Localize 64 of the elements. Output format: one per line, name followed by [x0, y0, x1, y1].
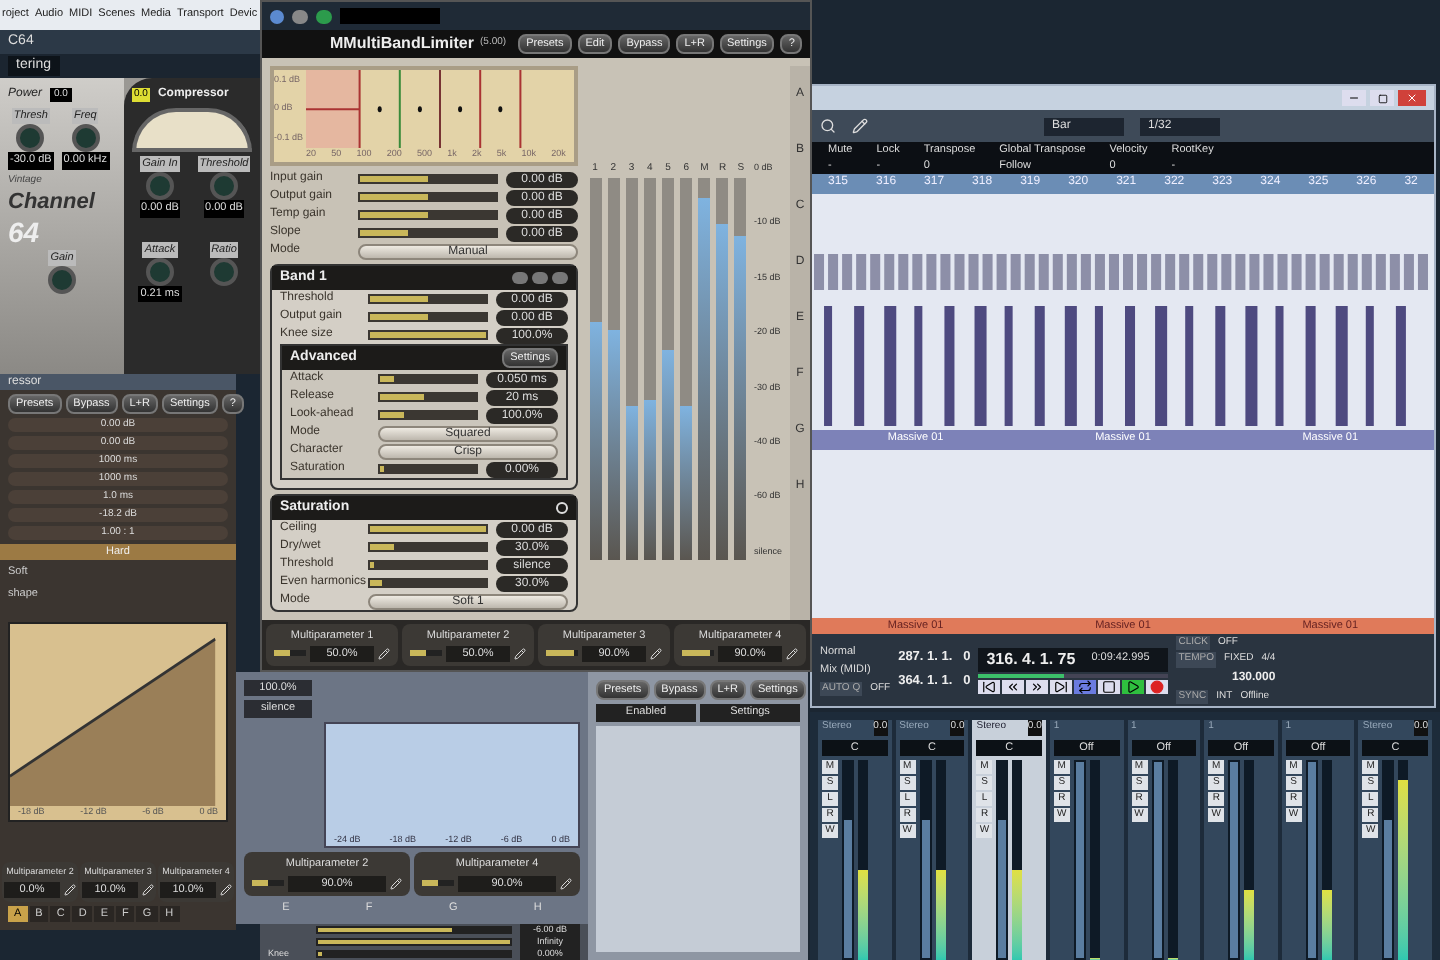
- parameter-slider[interactable]: [358, 228, 498, 238]
- minimize-button[interactable]: [1342, 90, 1366, 106]
- knob[interactable]: [210, 257, 238, 286]
- parameter-slider[interactable]: [368, 542, 488, 552]
- draw-tool-icon[interactable]: [852, 118, 868, 134]
- record-button[interactable]: [1146, 679, 1169, 693]
- fast-forward-icon: [1030, 679, 1045, 693]
- stop-button[interactable]: [1098, 679, 1121, 693]
- multiparameter-slider[interactable]: [274, 650, 306, 657]
- close-icon: [1406, 92, 1418, 104]
- pencil-icon[interactable]: [64, 883, 76, 896]
- maximize-icon: [1377, 93, 1387, 103]
- preset-field[interactable]: [340, 8, 440, 24]
- parameter-slider[interactable]: [358, 210, 498, 220]
- record-icon: [1150, 679, 1165, 693]
- brand-name: Channel: [8, 192, 98, 214]
- knob[interactable]: [16, 124, 45, 153]
- parameter-slider[interactable]: [368, 294, 488, 304]
- fast-forward-button[interactable]: [1026, 679, 1049, 693]
- play-icon: [1126, 679, 1141, 693]
- knob[interactable]: [71, 124, 100, 153]
- zoom-tool-icon[interactable]: [820, 118, 836, 134]
- vu-meter-drawing: [132, 108, 252, 152]
- parameter-slider[interactable]: [316, 926, 512, 934]
- pencil-icon[interactable]: [560, 877, 572, 890]
- parameter-slider[interactable]: [378, 464, 478, 474]
- parameter-slider[interactable]: [368, 578, 488, 588]
- multiparameter-slider[interactable]: [422, 880, 454, 887]
- parameter-slider[interactable]: [378, 374, 478, 384]
- multiparameter-slider[interactable]: [410, 650, 442, 657]
- minimize-icon: [1348, 92, 1360, 104]
- position-display: 316. 4. 1. 75: [986, 647, 1076, 671]
- knob[interactable]: [48, 266, 76, 295]
- maximize-button[interactable]: [1370, 90, 1394, 106]
- pencil-icon[interactable]: [390, 877, 402, 890]
- pencil-icon[interactable]: [786, 647, 798, 660]
- skip-back-icon: [982, 679, 997, 693]
- pencil-icon[interactable]: [220, 883, 232, 896]
- go-to-end-button[interactable]: [1050, 679, 1073, 693]
- cycle-icon: [1078, 679, 1093, 693]
- pencil-icon[interactable]: [650, 647, 662, 660]
- rewind-button[interactable]: [1002, 679, 1025, 693]
- volume-fader[interactable]: [996, 759, 1009, 960]
- stop-icon: [1102, 679, 1117, 693]
- play-button[interactable]: [1122, 679, 1145, 693]
- rewind-icon: [1006, 679, 1021, 693]
- parameter-slider[interactable]: [358, 174, 498, 184]
- knob[interactable]: [146, 257, 174, 286]
- model-name: 64: [8, 218, 42, 246]
- plugin-title: MMultiBandLimiter: [330, 32, 474, 56]
- parameter-slider[interactable]: [378, 410, 478, 420]
- go-to-start-button[interactable]: [978, 679, 1001, 693]
- cycle-button[interactable]: [1074, 679, 1097, 693]
- close-button[interactable]: [1398, 90, 1426, 106]
- parameter-slider[interactable]: [378, 392, 478, 402]
- pencil-icon[interactable]: [378, 647, 390, 660]
- skip-forward-icon: [1054, 679, 1069, 693]
- parameter-slider[interactable]: [316, 950, 512, 958]
- pencil-icon[interactable]: [142, 883, 154, 896]
- parameter-slider[interactable]: [368, 312, 488, 322]
- pencil-icon[interactable]: [514, 647, 526, 660]
- multiparameter-slider[interactable]: [252, 880, 284, 887]
- parameter-slider[interactable]: [358, 192, 498, 202]
- parameter-slider[interactable]: [368, 560, 488, 570]
